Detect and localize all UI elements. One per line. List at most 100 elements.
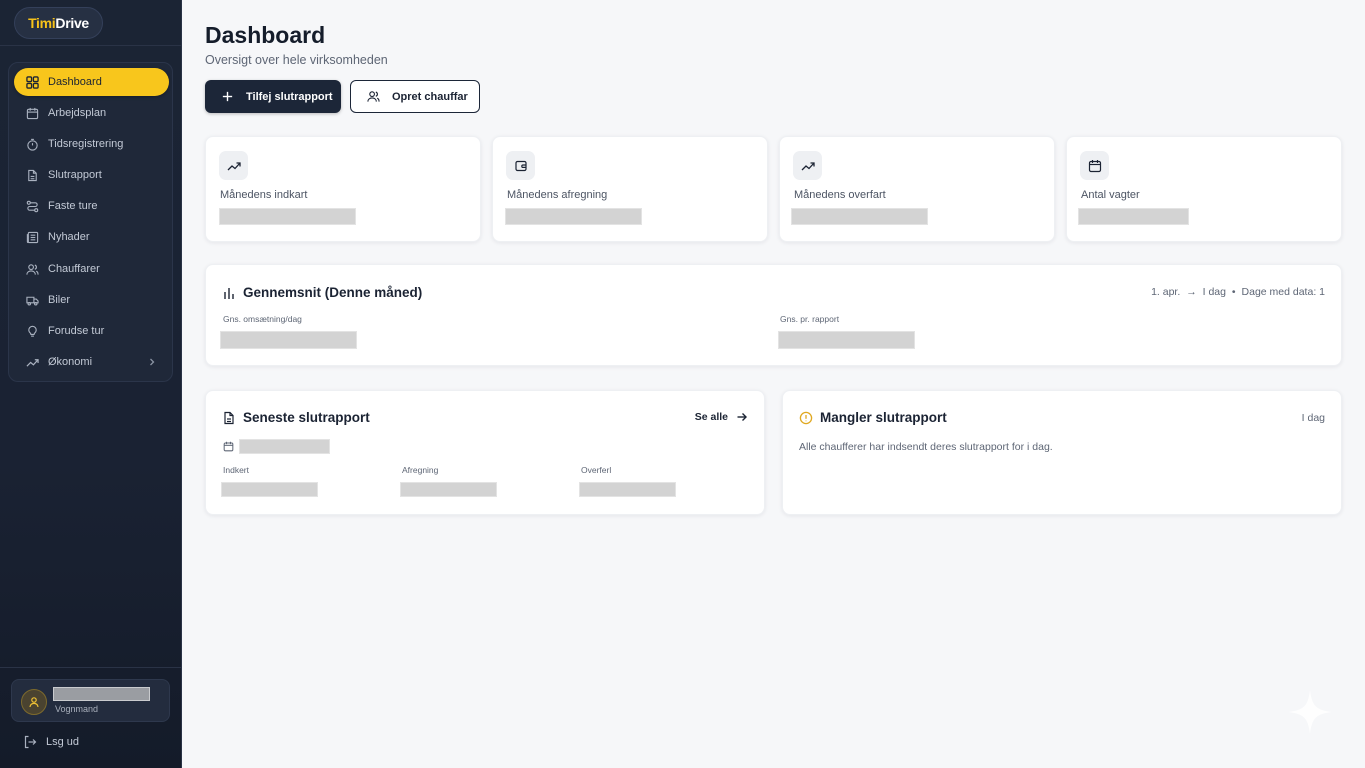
stat-icon-box	[506, 151, 535, 180]
sidebar-divider	[0, 45, 182, 46]
stat-value-placeholder	[1078, 208, 1189, 225]
app-logo[interactable]: TimiDrive	[14, 7, 103, 39]
sidebar-item-label: Biler	[48, 294, 71, 306]
trending-up-icon	[227, 161, 241, 170]
logo-text-timi: Timi	[28, 15, 56, 31]
averages-card: Gennemsnit (Denne måned) 1. apr. → I dag…	[205, 264, 1342, 366]
user-icon	[29, 697, 39, 708]
sidebar-item-tidsregistrering[interactable]: Tidsregistrering	[14, 130, 169, 158]
timer-icon	[27, 138, 38, 151]
sidebar-nav: Dashboard Arbejdsplan Tidsregistrering S…	[8, 62, 173, 382]
route-icon	[26, 200, 39, 212]
sidebar-item-label: Forudse tur	[48, 325, 105, 337]
plus-icon	[222, 91, 233, 102]
averages-title-text: Gennemsnit (Denne måned)	[243, 285, 423, 300]
chevron-right-icon	[150, 358, 155, 366]
document-icon	[224, 411, 234, 424]
missing-report-date: I dag	[1301, 412, 1325, 424]
truck-icon	[26, 296, 39, 306]
user-name-placeholder	[53, 687, 150, 701]
missing-report-title: Mangler slutrapport	[799, 410, 947, 425]
report-date-placeholder	[239, 439, 330, 454]
sidebar: TimiDrive Dashboard Arbejdsplan Tidsregi…	[0, 0, 182, 768]
stat-icon-box	[219, 151, 248, 180]
sidebar-footer-divider	[0, 667, 182, 668]
arrow-right-icon: →	[1186, 286, 1197, 298]
page-subtitle: Oversigt over hele virksomheden	[205, 53, 388, 67]
stat-card-settlement: Månedens afregning	[492, 136, 768, 242]
latest-report-title-text: Seneste slutrapport	[243, 410, 370, 425]
avg-per-report-placeholder	[778, 331, 915, 349]
days-with-data: Dage med data: 1	[1241, 286, 1325, 298]
users-icon	[26, 263, 39, 275]
income-value-placeholder	[221, 482, 318, 497]
stat-value-placeholder	[219, 208, 356, 225]
sidebar-item-label: Nyhader	[48, 231, 90, 243]
sidebar-item-forudse-tur[interactable]: Forudse tur	[14, 317, 169, 345]
averages-title: Gennemsnit (Denne måned)	[222, 285, 422, 300]
dashboard-grid-icon	[26, 75, 39, 89]
sidebar-item-faste-ture[interactable]: Faste ture	[14, 192, 169, 220]
alert-circle-icon	[799, 411, 813, 424]
sidebar-item-label: Tidsregistrering	[48, 138, 124, 150]
stat-label: Månedens overfart	[794, 189, 886, 201]
sidebar-item-label: Dashboard	[48, 76, 102, 88]
settlement-value-placeholder	[400, 482, 497, 497]
range-start: 1. apr.	[1151, 286, 1181, 298]
missing-report-message: Alle chaufferer har indsendt deres slutr…	[799, 441, 1053, 453]
user-role: Vognmand	[55, 704, 99, 714]
bar-chart-icon	[224, 287, 234, 299]
sidebar-item-label: Slutrapport	[48, 169, 102, 181]
settlement-label: Afregning	[402, 465, 439, 475]
stat-label: Månedens indkart	[220, 189, 308, 201]
sidebar-item-slutrapport[interactable]: Slutrapport	[14, 161, 169, 189]
stat-icon-box	[793, 151, 822, 180]
sidebar-item-arbejdsplan[interactable]: Arbejdsplan	[14, 99, 169, 127]
income-label: Indkert	[223, 465, 249, 475]
create-driver-button[interactable]: Opret chauffar	[350, 80, 480, 113]
stat-label: Antal vagter	[1081, 189, 1140, 201]
calendar-icon	[223, 441, 234, 452]
trending-up-icon	[26, 358, 39, 367]
lightbulb-icon	[28, 325, 37, 337]
calendar-icon	[1088, 159, 1101, 172]
sidebar-item-biler[interactable]: Biler	[14, 286, 169, 314]
sidebar-item-dashboard[interactable]: Dashboard	[14, 68, 169, 96]
stat-card-income: Månedens indkart	[205, 136, 481, 242]
logout-icon	[24, 735, 37, 749]
see-all-link[interactable]: Se alle	[695, 411, 748, 423]
avg-per-day-label: Gns. omsætning/dag	[223, 314, 302, 324]
arrow-right-icon	[737, 413, 747, 421]
sidebar-item-chauffarer[interactable]: Chauffarer	[14, 255, 169, 283]
add-report-button[interactable]: Tilfej slutrapport	[205, 80, 341, 113]
logout-button[interactable]: Lsg ud	[23, 735, 79, 749]
create-driver-label: Opret chauffar	[392, 90, 468, 103]
page-title: Dashboard	[205, 22, 326, 48]
sidebar-item-okonomi[interactable]: Økonomi	[14, 348, 169, 376]
sidebar-item-nyhader[interactable]: Nyhader	[14, 223, 169, 251]
user-card[interactable]: Vognmand	[11, 679, 170, 722]
missing-report-card: Mangler slutrapport I dag Alle chauffere…	[782, 390, 1342, 515]
logo-text-drive: Drive	[55, 15, 89, 31]
stat-card-transferred: Månedens overfart	[779, 136, 1055, 242]
latest-report-card: Seneste slutrapport Se alle Indkert Afre…	[205, 390, 765, 515]
transferred-label: Overferl	[581, 465, 612, 475]
stat-value-placeholder	[505, 208, 642, 225]
stat-card-shifts: Antal vagter	[1066, 136, 1342, 242]
sidebar-item-label: Arbejdsplan	[48, 107, 107, 119]
avg-per-report-label: Gns. pr. rapport	[780, 314, 840, 324]
stat-label: Månedens afregning	[507, 189, 608, 201]
newspaper-icon	[26, 231, 39, 243]
document-icon	[28, 169, 37, 181]
sidebar-item-label: Chauffarer	[48, 263, 100, 275]
add-report-label: Tilfej slutrapport	[246, 90, 333, 103]
avatar	[21, 689, 47, 715]
wallet-icon	[514, 160, 527, 171]
trending-up-icon	[801, 161, 815, 170]
averages-meta: 1. apr. → I dag • Dage med data: 1	[1151, 286, 1325, 298]
see-all-label: Se alle	[694, 411, 728, 423]
sidebar-item-label: Faste ture	[48, 200, 98, 212]
stat-value-placeholder	[791, 208, 928, 225]
sparkle-icon	[1288, 690, 1332, 734]
latest-report-title: Seneste slutrapport	[222, 410, 370, 425]
